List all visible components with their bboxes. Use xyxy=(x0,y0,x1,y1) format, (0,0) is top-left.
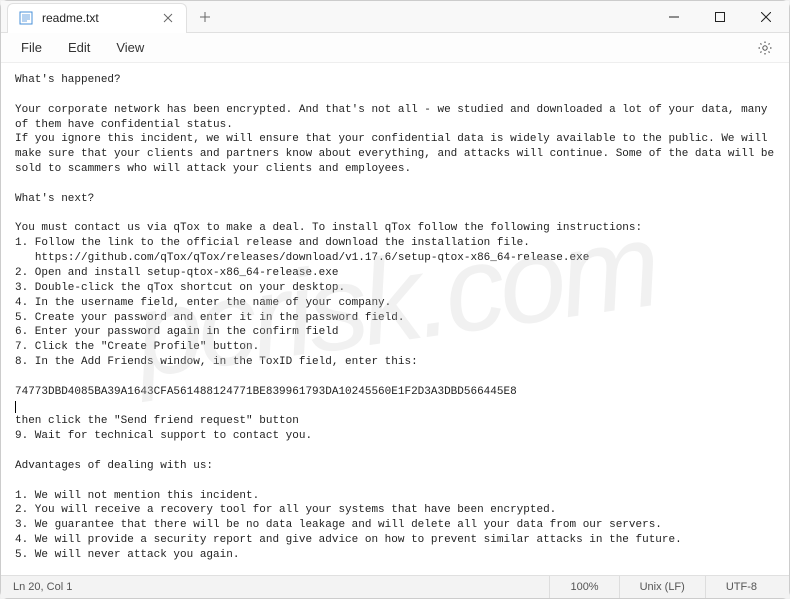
menu-file[interactable]: File xyxy=(11,36,52,59)
content-text-1: What's happened? Your corporate network … xyxy=(15,74,781,398)
close-tab-icon[interactable] xyxy=(160,10,176,26)
gear-icon xyxy=(757,40,773,56)
menu-view[interactable]: View xyxy=(106,36,154,59)
titlebar: readme.txt xyxy=(1,1,789,33)
text-cursor xyxy=(15,401,16,413)
minimize-button[interactable] xyxy=(651,1,697,33)
maximize-button[interactable] xyxy=(697,1,743,33)
content-text-2: then click the "Send friend request" but… xyxy=(15,415,768,575)
tab-readme[interactable]: readme.txt xyxy=(7,3,187,33)
menu-edit[interactable]: Edit xyxy=(58,36,100,59)
settings-button[interactable] xyxy=(751,34,779,62)
encoding[interactable]: UTF-8 xyxy=(705,576,777,598)
menubar: File Edit View xyxy=(1,33,789,63)
statusbar: Ln 20, Col 1 100% Unix (LF) UTF-8 xyxy=(1,575,789,598)
zoom-level[interactable]: 100% xyxy=(549,576,618,598)
window-controls xyxy=(651,1,789,33)
notepad-window: pcrisk.com readme.txt Fil xyxy=(0,0,790,599)
close-button[interactable] xyxy=(743,1,789,33)
line-ending[interactable]: Unix (LF) xyxy=(619,576,705,598)
tab-title: readme.txt xyxy=(42,11,152,25)
new-tab-button[interactable] xyxy=(191,3,219,31)
text-editor-area[interactable]: What's happened? Your corporate network … xyxy=(1,63,789,575)
notepad-icon xyxy=(18,10,34,26)
cursor-position: Ln 20, Col 1 xyxy=(13,581,549,593)
